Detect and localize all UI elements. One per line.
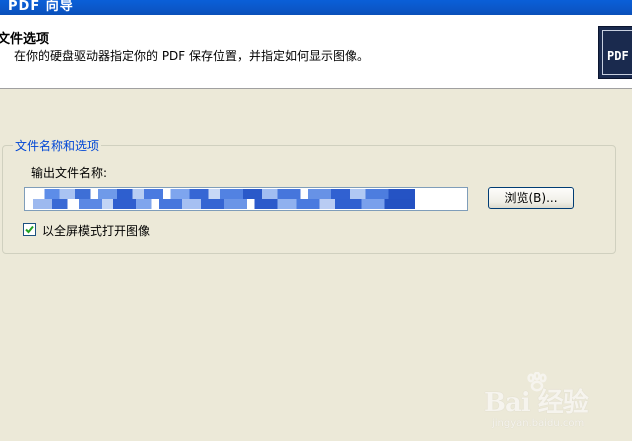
page-subtitle: 在你的硬盘驱动器指定你的 PDF 保存位置，并指定如何显示图像。	[14, 49, 370, 63]
browse-button[interactable]: 浏览(B)...	[488, 187, 574, 209]
fullscreen-checkbox-label: 以全屏模式打开图像	[42, 224, 151, 238]
baidu-jingyan-watermark: Bai 经验 jingyan.baidu.com	[484, 372, 630, 438]
watermark-brand: Bai 经验	[484, 388, 589, 418]
window-title: PDF 向导	[8, 0, 74, 14]
output-filename-label: 输出文件名称:	[31, 166, 108, 180]
group-legend: 文件名称和选项	[13, 137, 102, 154]
watermark-url: jingyan.baidu.com	[492, 418, 585, 429]
redacted-filename	[33, 189, 415, 209]
fullscreen-checkbox[interactable]	[23, 223, 36, 236]
pdf-logo-text: PDF	[607, 49, 629, 63]
pdf-logo-icon: PDF	[598, 26, 632, 79]
title-bar[interactable]: PDF 向导	[0, 0, 632, 15]
checkmark-icon	[25, 225, 34, 234]
output-filename-input[interactable]	[24, 187, 468, 211]
wizard-header: 文件选项 在你的硬盘驱动器指定你的 PDF 保存位置，并指定如何显示图像。 PD…	[0, 15, 632, 89]
page-title: 文件选项	[0, 32, 50, 47]
